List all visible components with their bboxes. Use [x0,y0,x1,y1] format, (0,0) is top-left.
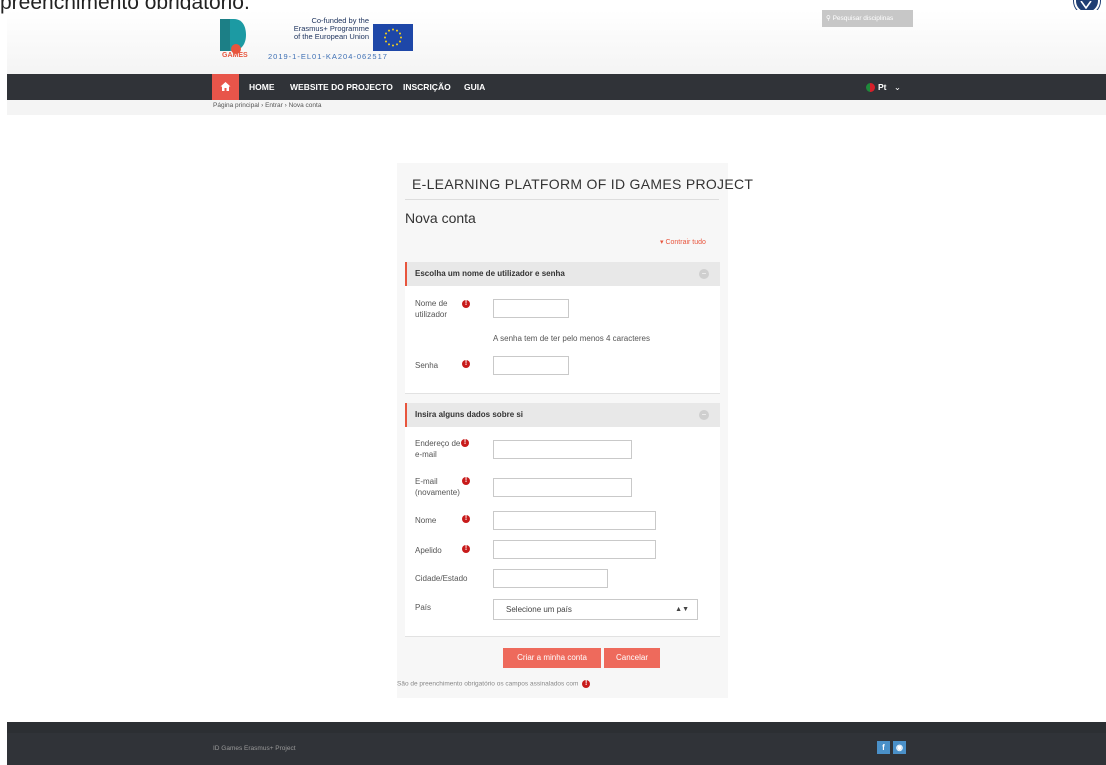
search-icon: ⚲ [826,15,831,22]
nav-item-home[interactable]: HOME [249,74,275,100]
main-navbar [7,74,1106,100]
email-again-label-line-2: (novamente) [415,488,460,497]
nav-item-inscricao[interactable]: INSCRIÇÃO [403,74,451,100]
search-placeholder: Pesquisar disciplinas [832,15,894,22]
site-header [7,10,1106,74]
password-input[interactable] [493,356,569,375]
site-footer [7,733,1106,765]
email-input[interactable] [493,440,632,459]
breadcrumb-home[interactable]: Página principal [213,102,259,109]
breadcrumb: Página principal › Entrar › Nova conta [213,102,321,109]
email-label: Endereço de e-mail [415,438,460,460]
facebook-icon[interactable]: f [877,741,890,754]
title-divider [405,199,719,200]
logo-text: GAMES [222,52,248,59]
email-label-line-1: Endereço de [415,439,461,448]
required-icon: ! [582,680,591,688]
required-icon: ! [462,300,470,308]
language-selector[interactable]: Pt ⌄ [866,74,901,100]
eu-text-line-3: of the European Union [293,32,369,42]
language-label: Pt [878,82,887,92]
required-fields-note-text: São de preenchimento obrigatório os camp… [397,680,579,688]
collapse-section-icon[interactable]: − [699,410,709,420]
home-icon-button[interactable] [212,74,239,100]
create-account-button[interactable]: Criar a minha conta [503,648,601,668]
password-help-text: A senha tem de ter pelo menos 4 caracter… [493,334,650,343]
email-label-line-2: e-mail [415,450,437,459]
breadcrumb-current: Nova conta [288,102,322,109]
website-icon[interactable]: ◉ [893,741,906,754]
footer-top-band [7,722,1106,733]
select-arrows-icon: ▲▼ [675,606,689,613]
section-title-personal: Insira alguns dados sobre si [415,410,524,419]
breadcrumb-separator: › [284,102,287,109]
lastname-input[interactable] [493,540,656,559]
breadcrumb-bar [7,100,1106,115]
chevron-down-icon: ⌄ [893,82,901,92]
breadcrumb-login[interactable]: Entrar [265,102,283,109]
caret-down-icon: ▾ [660,239,664,246]
eu-funding-text: Co-funded by the Erasmus+ Programme of t… [268,16,369,42]
portugal-flag-icon [866,83,875,93]
collapse-section-icon[interactable]: − [699,269,709,279]
email-again-label: E-mail (novamente) [415,476,460,498]
lastname-label: Apelido [415,546,442,555]
collapse-all-link[interactable]: ▾ Contrair tudo [660,238,706,246]
page-title: Nova conta [405,210,476,226]
city-label: Cidade/Estado [415,574,468,583]
username-label-line-2: utilizador [415,310,448,319]
username-label-line-1: Nome de [415,299,448,308]
site-title: E-LEARNING PLATFORM OF ID GAMES PROJECT [412,176,754,192]
eu-flag-icon [373,24,413,51]
country-select[interactable]: Selecione um país ▲▼ [493,599,698,620]
firstname-label: Nome [415,516,437,525]
required-icon: ! [462,477,470,485]
username-label: Nome de utilizador [415,298,447,320]
country-label: País [415,603,432,612]
section-header-personal[interactable]: Insira alguns dados sobre si [405,403,720,427]
breadcrumb-separator: › [261,102,264,109]
email-again-input[interactable] [493,478,632,497]
nav-item-website[interactable]: WEBSITE DO PROJECTO [290,74,393,100]
email-again-label-line-1: E-mail [415,477,438,486]
required-icon: ! [462,545,470,553]
firstname-input[interactable] [493,511,656,530]
username-input[interactable] [493,299,569,318]
eu-project-code: 2019-1-EL01-KA204-062517 [268,52,388,61]
home-icon [220,82,231,91]
required-fields-note: São de preenchimento obrigatório os camp… [397,680,591,688]
section-title-account: Escolha um nome de utilizador e senha [415,269,565,278]
section-header-account[interactable]: Escolha um nome de utilizador e senha [405,262,720,286]
country-select-value: Selecione um país [506,605,572,614]
password-label: Senha [415,361,439,370]
cancel-button[interactable]: Cancelar [604,648,660,668]
city-input[interactable] [493,569,608,588]
footer-text: ID Games Erasmus+ Project [213,745,296,752]
required-icon: ! [461,439,469,447]
nav-item-guia[interactable]: GUIA [464,74,485,100]
required-icon: ! [462,360,470,368]
required-icon: ! [462,515,470,523]
course-search-input[interactable]: ⚲ Pesquisar disciplinas [822,10,913,27]
collapse-all-label: Contrair tudo [665,239,706,246]
